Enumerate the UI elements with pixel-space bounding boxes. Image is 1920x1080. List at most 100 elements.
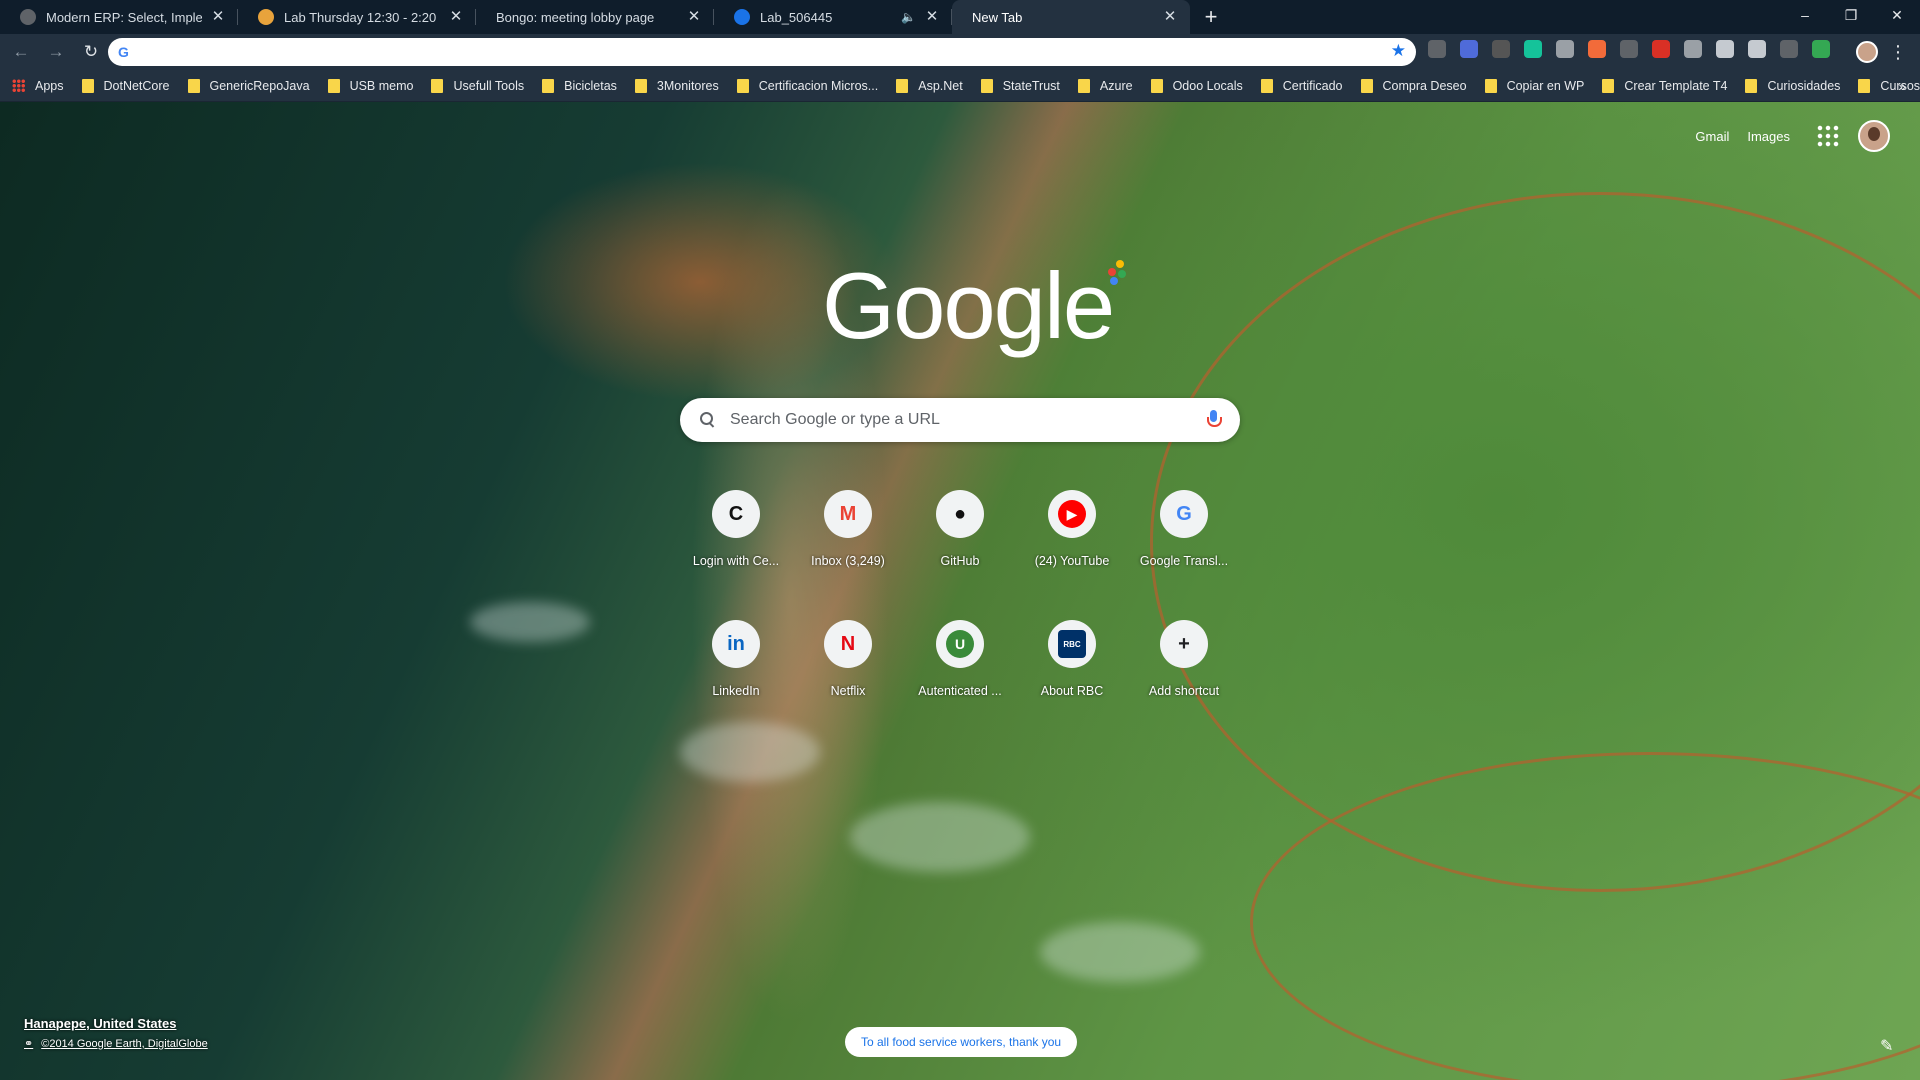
shield-icon[interactable]	[1812, 40, 1830, 58]
shortcut-tile[interactable]: ● GitHub	[904, 474, 1016, 586]
close-tab-icon[interactable]: ✕	[210, 9, 226, 25]
folder-icon	[1484, 78, 1497, 93]
shortcut-tile[interactable]: ▶ (24) YouTube	[1016, 474, 1128, 586]
ext-8-icon[interactable]	[1652, 40, 1670, 58]
ext-10-icon[interactable]	[1716, 40, 1734, 58]
shortcut-icon: ●	[936, 490, 984, 538]
close-tab-icon[interactable]: ✕	[686, 9, 702, 25]
new-tab-page: Gmail Images Google C Login with Ce... M In…	[0, 102, 1920, 1080]
ext-9-icon[interactable]	[1684, 40, 1702, 58]
bookmark-label: Copiar en WP	[1506, 78, 1585, 93]
bookmark-folder[interactable]: Cursos	[1858, 78, 1920, 93]
tab-strip: Modern ERP: Select, Implement,✕Lab Thurs…	[0, 0, 1920, 34]
apps-bookmark[interactable]: Apps	[12, 79, 64, 93]
bookmark-folder[interactable]: Crear Template T4	[1602, 78, 1728, 93]
grammarly-icon[interactable]	[1524, 40, 1542, 58]
bookmark-folder[interactable]: Compra Deseo	[1360, 78, 1467, 93]
bookmark-star-icon[interactable]: ★	[1391, 41, 1406, 61]
bookmark-folder[interactable]: Usefull Tools	[431, 78, 525, 93]
location-link[interactable]: Hanapepe, United States	[24, 1016, 208, 1031]
shortcut-tile[interactable]: M Inbox (3,249)	[792, 474, 904, 586]
tab[interactable]: Lab Thursday 12:30 - 2:20 PM - 2 ✕	[238, 0, 476, 34]
tab[interactable]: Modern ERP: Select, Implement, ✕	[0, 0, 238, 34]
avatar[interactable]	[1858, 120, 1890, 152]
promo-chip[interactable]: To all food service workers, thank you	[845, 1027, 1078, 1057]
bookmark-folder[interactable]: Certificado	[1260, 78, 1343, 93]
audio-icon[interactable]: 🔈	[901, 10, 916, 24]
search-input[interactable]	[730, 411, 1202, 429]
close-window-icon[interactable]: ✕	[1874, 0, 1920, 30]
bookmark-folder[interactable]: USB memo	[327, 78, 413, 93]
folder-icon	[431, 78, 444, 93]
shortcut-glyph: ●	[953, 502, 967, 525]
background-attribution: Hanapepe, United States ⚭ ©2014 Google E…	[24, 1016, 208, 1050]
bookmark-folder[interactable]: GenericRepoJava	[187, 78, 310, 93]
images-link[interactable]: Images	[1747, 129, 1790, 144]
profile-avatar-icon[interactable]	[1856, 41, 1878, 63]
folder-icon	[1745, 78, 1758, 93]
shortcut-tile[interactable]: RBC About RBC	[1016, 604, 1128, 716]
reload-icon[interactable]: ↻	[77, 38, 105, 66]
ext-3-icon[interactable]	[1492, 40, 1510, 58]
credit-text: ©2014 Google Earth, DigitalGlobe	[41, 1037, 208, 1050]
tab[interactable]: Lab_506445 🔈 ✕	[714, 0, 952, 34]
back-icon[interactable]: ←	[7, 38, 35, 66]
background-decoration	[680, 722, 820, 782]
menu-kebab-icon[interactable]: ⋮	[1888, 38, 1908, 66]
bookmark-folder[interactable]: Odoo Locals	[1150, 78, 1243, 93]
ext-11-icon[interactable]	[1748, 40, 1766, 58]
lab-icon	[258, 9, 274, 25]
bookmark-label: Usefull Tools	[453, 78, 525, 93]
restore-icon[interactable]: ❐	[1828, 0, 1874, 30]
customize-pencil-icon[interactable]: ✎	[1880, 1036, 1893, 1056]
forward-icon[interactable]: →	[42, 38, 70, 66]
ext-6-icon[interactable]	[1588, 40, 1606, 58]
window-controls: – ❐ ✕	[1782, 0, 1920, 30]
bookmark-label: Compra Deseo	[1382, 78, 1467, 93]
search-icon	[700, 412, 716, 428]
bookmark-label: Crear Template T4	[1624, 78, 1728, 93]
tab[interactable]: New Tab ✕	[952, 0, 1190, 34]
bookmark-folder[interactable]: DotNetCore	[81, 78, 170, 93]
bookmark-label: StateTrust	[1002, 78, 1060, 93]
shortcut-tile[interactable]: + Add shortcut	[1128, 604, 1240, 716]
new-tab-button[interactable]: +	[1194, 0, 1228, 34]
address-bar[interactable]: G ★	[108, 38, 1416, 66]
ext-2-icon[interactable]	[1460, 40, 1478, 58]
close-tab-icon[interactable]: ✕	[1162, 9, 1178, 25]
apps-icon	[12, 79, 25, 92]
bookmark-folder[interactable]: Copiar en WP	[1484, 78, 1585, 93]
bookmark-folder[interactable]: StateTrust	[980, 78, 1060, 93]
tab-title: Modern ERP: Select, Implement,	[46, 9, 202, 25]
bookmark-folder[interactable]: Curiosidades	[1745, 78, 1840, 93]
close-tab-icon[interactable]: ✕	[448, 9, 464, 25]
bookmark-folder[interactable]: Azure	[1077, 78, 1133, 93]
shortcut-tile[interactable]: in LinkedIn	[680, 604, 792, 716]
bookmarks-overflow-icon[interactable]: »	[1898, 78, 1906, 94]
search-box[interactable]	[680, 398, 1240, 442]
bookmark-folder[interactable]: Certificacion Micros...	[736, 78, 879, 93]
bookmark-label: Certificacion Micros...	[758, 78, 879, 93]
apps-grid-icon[interactable]	[1816, 124, 1840, 148]
shortcut-glyph: +	[1178, 632, 1190, 655]
ext-5-icon[interactable]	[1556, 40, 1574, 58]
bookmark-folder[interactable]: Bicicletas	[542, 78, 617, 93]
credit-link[interactable]: ⚭ ©2014 Google Earth, DigitalGlobe	[24, 1037, 208, 1051]
ext-7-icon[interactable]	[1620, 40, 1638, 58]
ext-12-icon[interactable]	[1780, 40, 1798, 58]
close-tab-icon[interactable]: ✕	[924, 9, 940, 25]
minimize-icon[interactable]: –	[1782, 0, 1828, 30]
address-input[interactable]	[138, 44, 1416, 60]
ext-1-icon[interactable]	[1428, 40, 1446, 58]
shortcut-tile[interactable]: C Login with Ce...	[680, 474, 792, 586]
bookmark-folder[interactable]: 3Monitores	[634, 78, 719, 93]
folder-icon	[542, 78, 555, 93]
bookmark-folder[interactable]: Asp.Net	[896, 78, 963, 93]
shortcut-glyph: in	[727, 632, 745, 655]
microphone-icon[interactable]	[1202, 408, 1226, 432]
gmail-link[interactable]: Gmail	[1695, 129, 1729, 144]
shortcut-tile[interactable]: N Netflix	[792, 604, 904, 716]
tab[interactable]: Bongo: meeting lobby page ✕	[476, 0, 714, 34]
shortcut-tile[interactable]: G Google Transl...	[1128, 474, 1240, 586]
shortcut-tile[interactable]: U Autenticated ...	[904, 604, 1016, 716]
